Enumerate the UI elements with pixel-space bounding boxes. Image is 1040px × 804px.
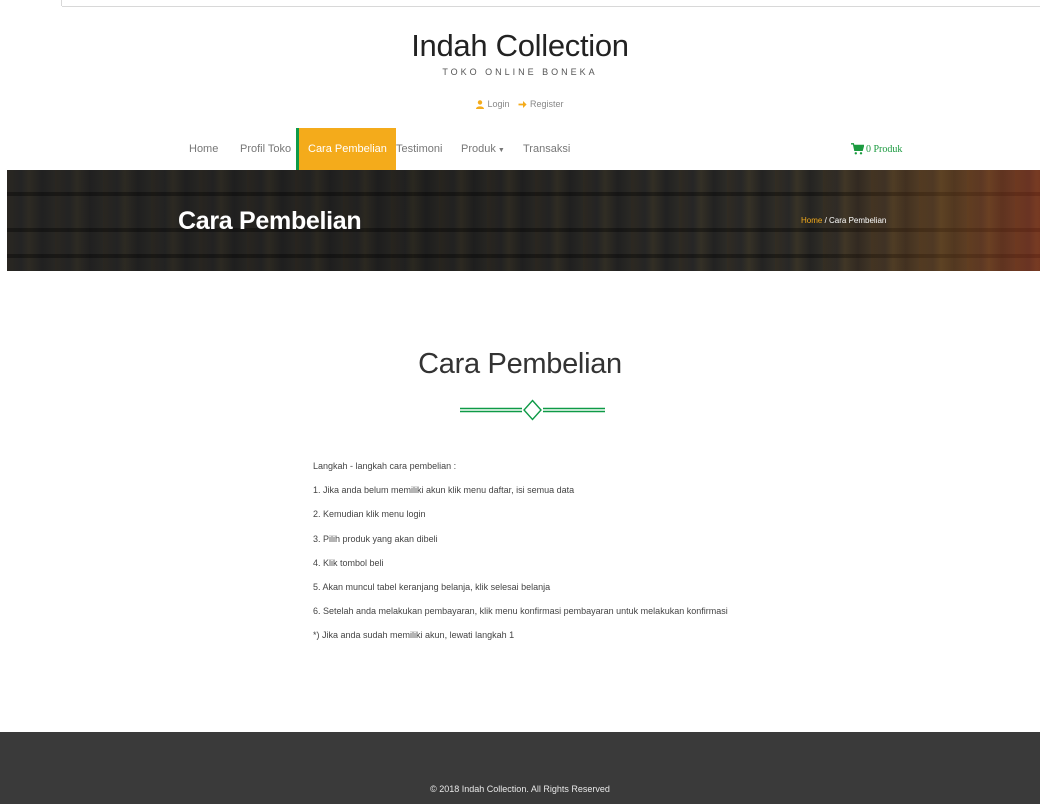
section-title: Cara Pembelian bbox=[418, 348, 622, 380]
site-tagline: TOKO ONLINE BONEKA bbox=[442, 67, 598, 77]
step-item: 1. Jika anda belum memiliki akun klik me… bbox=[313, 485, 575, 496]
user-icon bbox=[476, 99, 485, 109]
top-divider bbox=[62, 6, 1040, 7]
site-title[interactable]: Indah Collection bbox=[0, 26, 1040, 66]
breadcrumb: Home / Cara Pembelian bbox=[801, 216, 886, 225]
site-brand: Indah Collection TOKO ONLINE BONEKA bbox=[0, 26, 1040, 77]
register-link[interactable]: Register bbox=[518, 99, 564, 109]
site-footer: © 2018 Indah Collection. All Rights Rese… bbox=[0, 732, 1040, 804]
nav-item-cara-pembelian[interactable]: Cara Pembelian bbox=[296, 128, 396, 170]
cart-icon bbox=[851, 143, 864, 155]
footer-copyright: © 2018 Indah Collection. All Rights Rese… bbox=[430, 784, 610, 794]
page-banner: Cara Pembelian Home / Cara Pembelian bbox=[7, 170, 1040, 271]
banner-heading: Cara Pembelian bbox=[178, 207, 362, 235]
tab-edge bbox=[0, 0, 62, 6]
breadcrumb-current: Cara Pembelian bbox=[829, 216, 887, 225]
step-item: 3. Pilih produk yang akan dibeli bbox=[313, 533, 438, 544]
login-link[interactable]: Login bbox=[476, 99, 510, 109]
breadcrumb-separator: / bbox=[822, 216, 830, 225]
nav-item-produk-label: Produk bbox=[461, 143, 496, 155]
nav-item-profil-toko[interactable]: Profil Toko bbox=[240, 128, 291, 170]
step-item: 6. Setelah anda melakukan pembayaran, kl… bbox=[313, 606, 728, 617]
register-label: Register bbox=[530, 99, 564, 109]
nav-item-testimoni[interactable]: Testimoni bbox=[396, 128, 442, 170]
arrow-right-icon bbox=[518, 100, 527, 108]
caret-down-icon: ▼ bbox=[497, 147, 505, 154]
step-item: 5. Akan muncul tabel keranjang belanja, … bbox=[313, 581, 551, 592]
login-label: Login bbox=[487, 99, 510, 109]
steps-note: *) Jika anda sudah memiliki akun, lewati… bbox=[313, 630, 515, 641]
step-item: 2. Kemudian klik menu login bbox=[313, 509, 426, 520]
auth-links: Login Register bbox=[0, 99, 1040, 111]
cart-label: 0 Produk bbox=[866, 143, 903, 155]
cart-link[interactable]: 0 Produk bbox=[851, 128, 902, 170]
purchase-steps: Langkah - langkah cara pembelian : 1. Ji… bbox=[313, 461, 873, 655]
browser-top-edge bbox=[0, 0, 1040, 10]
main-nav: Home Profil Toko Cara Pembelian Testimon… bbox=[0, 128, 1040, 170]
step-item: 4. Klik tombol beli bbox=[313, 557, 384, 568]
nav-item-home[interactable]: Home bbox=[189, 128, 218, 170]
steps-intro: Langkah - langkah cara pembelian : bbox=[313, 461, 457, 471]
breadcrumb-home-link[interactable]: Home bbox=[801, 216, 822, 225]
title-divider bbox=[460, 399, 605, 421]
nav-item-produk[interactable]: Produk ▼ bbox=[461, 128, 505, 170]
nav-item-transaksi[interactable]: Transaksi bbox=[523, 128, 570, 170]
